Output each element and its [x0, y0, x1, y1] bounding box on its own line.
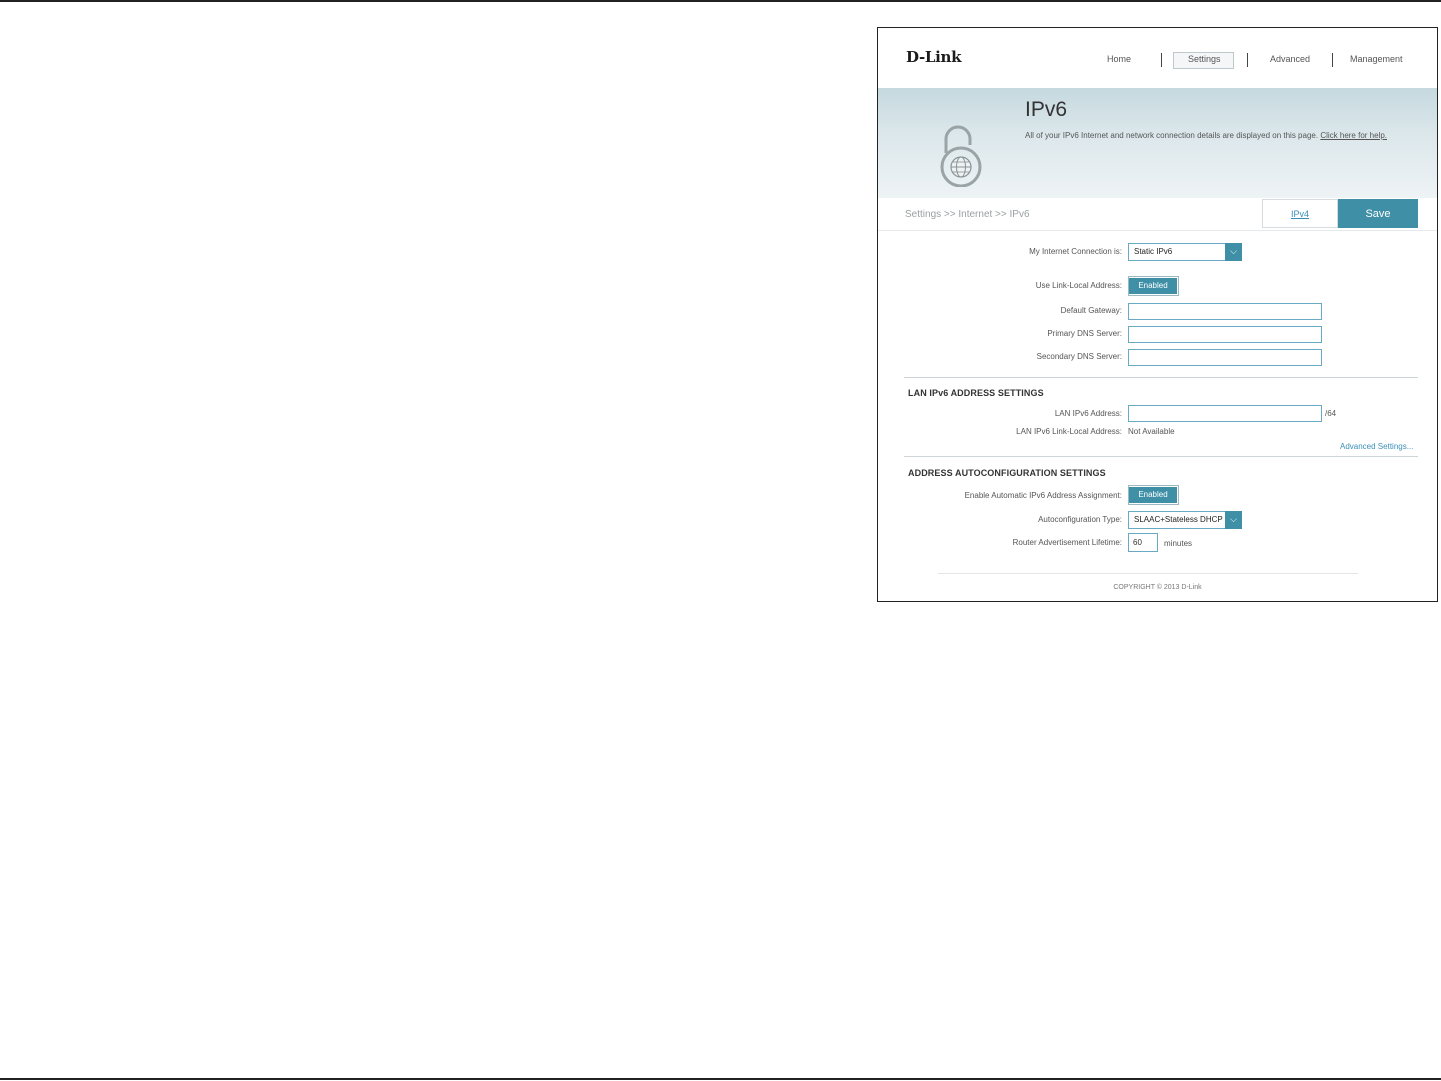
toggle-knob: [1178, 485, 1185, 505]
connection-type-select[interactable]: Static IPv6 ⌵: [1128, 243, 1242, 261]
page-title: IPv6: [1025, 98, 1068, 121]
page-description: All of your IPv6 Internet and network co…: [1025, 131, 1387, 140]
page-header-banner: IPv6 All of your IPv6 Internet and netwo…: [878, 88, 1437, 198]
section-divider: [904, 456, 1418, 457]
nav-separator: [1332, 53, 1333, 67]
nav-management[interactable]: Management: [1350, 54, 1403, 64]
default-gateway-label: Default Gateway:: [1060, 306, 1122, 315]
nav-home[interactable]: Home: [1107, 54, 1131, 64]
lan-link-local-label: LAN IPv6 Link-Local Address:: [1016, 427, 1122, 436]
chevron-down-icon: ⌵: [1225, 511, 1242, 529]
advanced-settings-link[interactable]: Advanced Settings...: [1340, 442, 1413, 451]
prefix-length-suffix: /64: [1325, 409, 1337, 418]
lan-ipv6-address-input[interactable]: [1128, 405, 1322, 422]
secondary-dns-label: Secondary DNS Server:: [1036, 352, 1122, 361]
auto-assignment-toggle[interactable]: Enabled: [1128, 485, 1185, 505]
toggle-enabled-text: Enabled: [1129, 278, 1177, 294]
nav-advanced[interactable]: Advanced: [1270, 54, 1310, 64]
chevron-down-icon: ⌵: [1225, 243, 1242, 261]
link-local-label: Use Link-Local Address:: [1035, 281, 1122, 290]
default-gateway-input[interactable]: [1128, 303, 1322, 320]
toggle-enabled-text: Enabled: [1129, 487, 1177, 503]
lan-link-local-value: Not Available: [1128, 427, 1175, 436]
secondary-dns-input[interactable]: [1128, 349, 1322, 366]
connection-type-label: My Internet Connection is:: [1029, 247, 1122, 256]
toggle-knob: [1178, 276, 1185, 296]
lan-ipv6-address-label: LAN IPv6 Address:: [1054, 409, 1122, 418]
autoconfig-type-value: SLAAC+Stateless DHCP: [1134, 515, 1223, 524]
page-top-rule: [0, 0, 1441, 2]
ipv4-tab[interactable]: IPv4: [1262, 199, 1338, 228]
help-link[interactable]: Click here for help.: [1320, 131, 1387, 140]
ra-lifetime-unit: minutes: [1164, 539, 1193, 548]
lock-globe-icon: [940, 125, 982, 187]
nav-separator: [1247, 53, 1248, 67]
top-navigation-bar: D-Link Home Settings Advanced Management: [878, 28, 1437, 88]
dlink-logo: D-Link: [906, 48, 962, 66]
lan-ipv6-section-title: LAN IPv6 ADDRESS SETTINGS: [908, 388, 1044, 398]
primary-dns-input[interactable]: [1128, 326, 1322, 343]
nav-settings[interactable]: Settings: [1188, 54, 1221, 64]
ra-lifetime-label: Router Advertisement Lifetime:: [1012, 538, 1122, 547]
footer-divider: [938, 573, 1358, 574]
copyright-footer: COPYRIGHT © 2013 D-Link: [1113, 584, 1202, 591]
breadcrumb-bar: Settings >> Internet >> IPv6 IPv4 Save: [878, 198, 1437, 231]
section-divider: [904, 377, 1418, 378]
router-ui-screenshot: D-Link Home Settings Advanced Management…: [877, 27, 1438, 602]
autoconfig-type-label: Autoconfiguration Type:: [1038, 515, 1122, 524]
breadcrumb: Settings >> Internet >> IPv6: [905, 209, 1030, 220]
autoconfig-type-select[interactable]: SLAAC+Stateless DHCP ⌵: [1128, 511, 1242, 529]
page-description-text: All of your IPv6 Internet and network co…: [1025, 131, 1319, 140]
nav-separator: [1161, 53, 1162, 67]
save-button[interactable]: Save: [1338, 199, 1418, 228]
auto-assignment-label: Enable Automatic IPv6 Address Assignment…: [964, 491, 1122, 500]
page-bottom-rule: [0, 1078, 1441, 1080]
ra-lifetime-input[interactable]: 60: [1128, 533, 1158, 552]
link-local-toggle[interactable]: Enabled: [1128, 276, 1185, 296]
connection-type-value: Static IPv6: [1134, 247, 1173, 256]
primary-dns-label: Primary DNS Server:: [1047, 329, 1122, 338]
autoconfig-section-title: ADDRESS AUTOCONFIGURATION SETTINGS: [908, 468, 1106, 478]
